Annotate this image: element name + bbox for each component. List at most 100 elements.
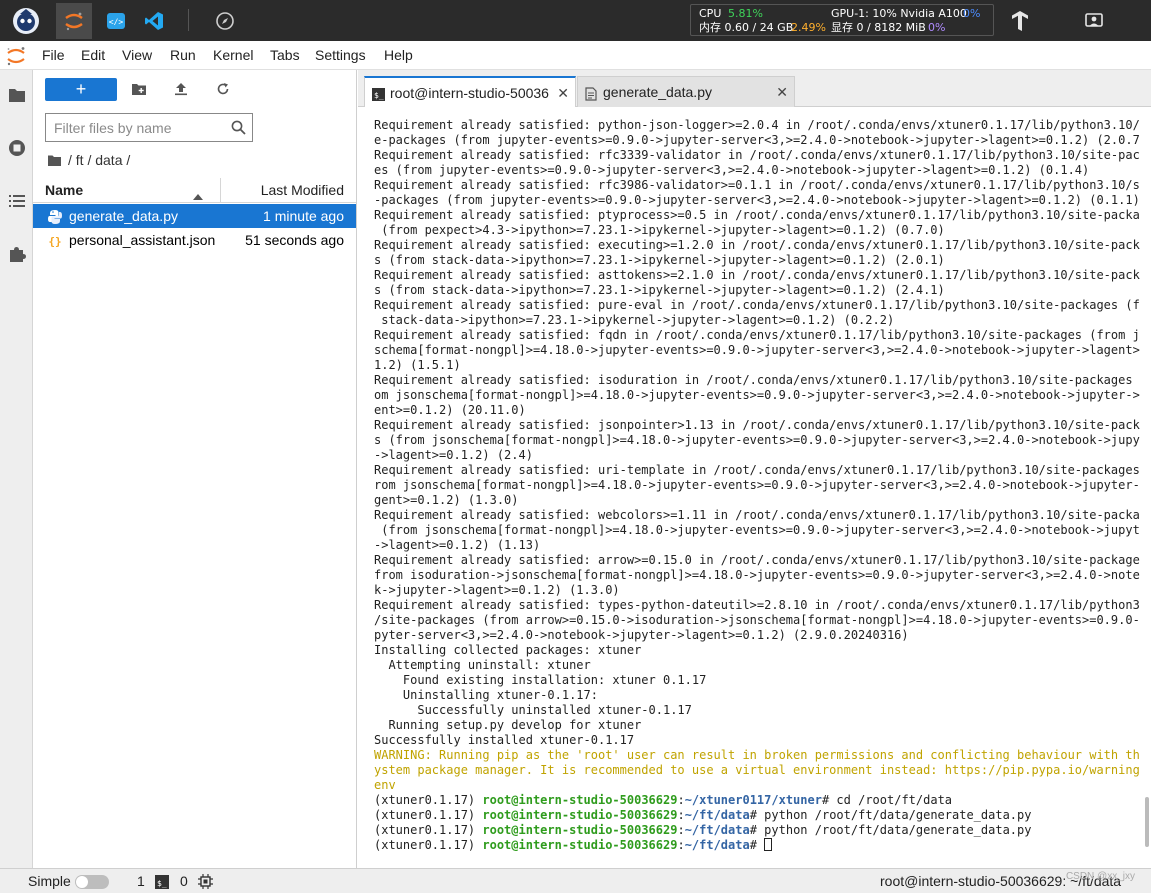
cpu-label: CPU bbox=[699, 7, 722, 20]
refresh-icon[interactable] bbox=[210, 78, 236, 100]
upload-icon[interactable] bbox=[168, 78, 194, 100]
tab-generate-data[interactable]: generate_data.py ✕ bbox=[577, 76, 795, 107]
prompt-command: # bbox=[749, 838, 765, 852]
close-tab-icon[interactable]: ✕ bbox=[557, 85, 569, 102]
kernels-count[interactable]: 0 bbox=[180, 873, 188, 889]
svg-text:{}: {} bbox=[48, 235, 61, 248]
terminal-line: Attempting uninstall: xtuner bbox=[374, 658, 591, 672]
file-row[interactable]: generate_data.py 1 minute ago bbox=[33, 204, 356, 228]
terminal-line: stack-data->ipython>=7.23.1->ipykernel->… bbox=[374, 313, 895, 327]
tab-terminal[interactable]: $_ root@intern-studio-50036 ✕ bbox=[364, 76, 576, 108]
menu-file[interactable]: File bbox=[42, 41, 65, 70]
terminal-line: s (from stack-data->ipython>=7.23.1->ipy… bbox=[374, 283, 945, 297]
menu-view[interactable]: View bbox=[122, 41, 152, 70]
memory-label: 内存 0.60 / 24 GB bbox=[699, 21, 794, 34]
svg-text:</>: </> bbox=[109, 18, 124, 27]
svg-text:$_: $_ bbox=[374, 91, 384, 100]
kernel-chip-icon[interactable] bbox=[198, 874, 213, 892]
watermark-text: CSDN @xx_jxy bbox=[1065, 871, 1135, 882]
prompt-path: ~/ft/data bbox=[684, 808, 750, 822]
file-row[interactable]: {} personal_assistant.json 51 seconds ag… bbox=[33, 228, 356, 252]
user-settings-icon[interactable] bbox=[1076, 3, 1112, 39]
terminal-line: Requirement already satisfied: webcolors… bbox=[374, 508, 1140, 522]
memory-value: 2.49% bbox=[791, 21, 826, 34]
tab-bar: $_ root@intern-studio-50036 ✕ generate_d… bbox=[358, 70, 1151, 108]
terminal-line: Requirement already satisfied: asttokens… bbox=[374, 268, 1140, 282]
vram-value: 0% bbox=[928, 21, 946, 34]
breadcrumb-path[interactable]: / ft / data / bbox=[68, 152, 130, 168]
terminals-count[interactable]: 1 bbox=[137, 873, 145, 889]
terminal-line: Successfully uninstalled xtuner-0.1.17 bbox=[374, 703, 692, 717]
terminal-icon[interactable]: $_ bbox=[155, 875, 169, 892]
terminal-line: from isoduration->jsonschema[format-nong… bbox=[374, 568, 1140, 582]
menu-edit[interactable]: Edit bbox=[81, 41, 105, 70]
terminal-icon: $_ bbox=[372, 88, 385, 101]
compass-icon[interactable] bbox=[207, 3, 243, 39]
svg-text:$_: $_ bbox=[157, 879, 167, 888]
terminal-line: Running setup.py develop for xtuner bbox=[374, 718, 642, 732]
intern-logo-icon[interactable] bbox=[8, 3, 44, 39]
menu-settings[interactable]: Settings bbox=[315, 41, 366, 70]
jupyter-logo-icon bbox=[4, 44, 28, 68]
terminal-line: Requirement already satisfied: pure-eval… bbox=[374, 298, 1140, 312]
sort-ascending-icon[interactable] bbox=[193, 187, 203, 203]
menu-help[interactable]: Help bbox=[384, 41, 413, 70]
terminal-line: Requirement already satisfied: executing… bbox=[374, 238, 1140, 252]
prompt-user: root@intern-studio-50036629 bbox=[482, 808, 678, 822]
filter-files-field[interactable] bbox=[45, 113, 253, 142]
menu-tabs[interactable]: Tabs bbox=[270, 41, 300, 70]
prompt-colon: : bbox=[677, 838, 685, 852]
folder-icon[interactable] bbox=[0, 77, 33, 113]
tab-label: generate_data.py bbox=[603, 84, 712, 100]
prompt-command: # python /root/ft/data/generate_data.py bbox=[749, 823, 1032, 837]
terminal-line: Requirement already satisfied: jsonpoint… bbox=[374, 418, 1140, 432]
terminal-line: Successfully installed xtuner-0.1.17 bbox=[374, 733, 635, 747]
terminal-prompt-line: (xtuner0.1.17) root@intern-studio-500366… bbox=[374, 823, 1140, 838]
terminal-line: (from pexpect>4.3->ipython>=7.23.1->ipyk… bbox=[374, 223, 945, 237]
search-icon[interactable] bbox=[231, 120, 246, 140]
terminal-line: Requirement already satisfied: ptyproces… bbox=[374, 208, 1140, 222]
menu-run[interactable]: Run bbox=[170, 41, 196, 70]
file-modified: 51 seconds ago bbox=[245, 232, 344, 248]
terminal-prompt-line: (xtuner0.1.17) root@intern-studio-500366… bbox=[374, 808, 1140, 823]
new-launcher-button[interactable]: + bbox=[45, 78, 117, 101]
filter-files-input[interactable] bbox=[46, 114, 226, 141]
terminal-line: Uninstalling xtuner-0.1.17: bbox=[374, 688, 598, 702]
tensorflow-icon[interactable] bbox=[1002, 3, 1038, 39]
prompt-env: (xtuner0.1.17) bbox=[374, 838, 483, 852]
column-divider[interactable] bbox=[220, 178, 221, 203]
terminal-prompt-line: (xtuner0.1.17) root@intern-studio-500366… bbox=[374, 838, 1140, 853]
code-editor-icon[interactable]: </> bbox=[98, 3, 134, 39]
menu-kernel[interactable]: Kernel bbox=[213, 41, 253, 70]
status-bar: Simple 1 $_ 0 root@intern-studio-5003662… bbox=[0, 868, 1151, 893]
terminal-line: Requirement already satisfied: uri-templ… bbox=[374, 463, 1140, 477]
folder-icon[interactable] bbox=[47, 154, 62, 167]
prompt-env: (xtuner0.1.17) bbox=[374, 808, 483, 822]
terminal-panel[interactable]: Requirement already satisfied: python-js… bbox=[358, 107, 1151, 868]
jupyter-app-icon[interactable] bbox=[56, 3, 92, 39]
prompt-env: (xtuner0.1.17) bbox=[374, 823, 483, 837]
extensions-icon[interactable] bbox=[0, 236, 33, 272]
gpu-label: GPU-1: 10% Nvidia A100 bbox=[831, 7, 967, 20]
column-name-header[interactable]: Name bbox=[45, 182, 83, 198]
terminal-line: /site-packages (from arrow>=0.15.0->isod… bbox=[374, 613, 1140, 627]
terminal-cursor bbox=[764, 838, 773, 851]
terminal-scrollbar[interactable] bbox=[1145, 797, 1149, 847]
json-file-icon: {} bbox=[47, 232, 63, 248]
prompt-path: ~/xtuner0117/xtuner bbox=[684, 793, 822, 807]
file-browser: + / ft / data / Name Last Modified gener… bbox=[33, 70, 357, 868]
vscode-icon[interactable] bbox=[136, 3, 172, 39]
simple-mode-toggle[interactable] bbox=[75, 875, 109, 889]
terminal-line: Requirement already satisfied: python-js… bbox=[374, 118, 1140, 132]
column-modified-header[interactable]: Last Modified bbox=[261, 182, 344, 198]
running-sessions-icon[interactable] bbox=[0, 130, 33, 166]
prompt-command: # cd /root/ft/data bbox=[821, 793, 953, 807]
terminal-prompt-line: (xtuner0.1.17) root@intern-studio-500366… bbox=[374, 793, 1140, 808]
terminal-line: Requirement already satisfied: rfc3986-v… bbox=[374, 178, 1140, 192]
table-of-contents-icon[interactable] bbox=[0, 183, 33, 219]
close-tab-icon[interactable]: ✕ bbox=[776, 84, 788, 101]
terminal-line: rom jsonschema[format-nongpl]>=4.18.0->j… bbox=[374, 478, 1140, 492]
python-file-icon bbox=[47, 208, 63, 224]
new-folder-icon[interactable] bbox=[126, 78, 152, 100]
terminal-line: Requirement already satisfied: isodurati… bbox=[374, 373, 1140, 387]
